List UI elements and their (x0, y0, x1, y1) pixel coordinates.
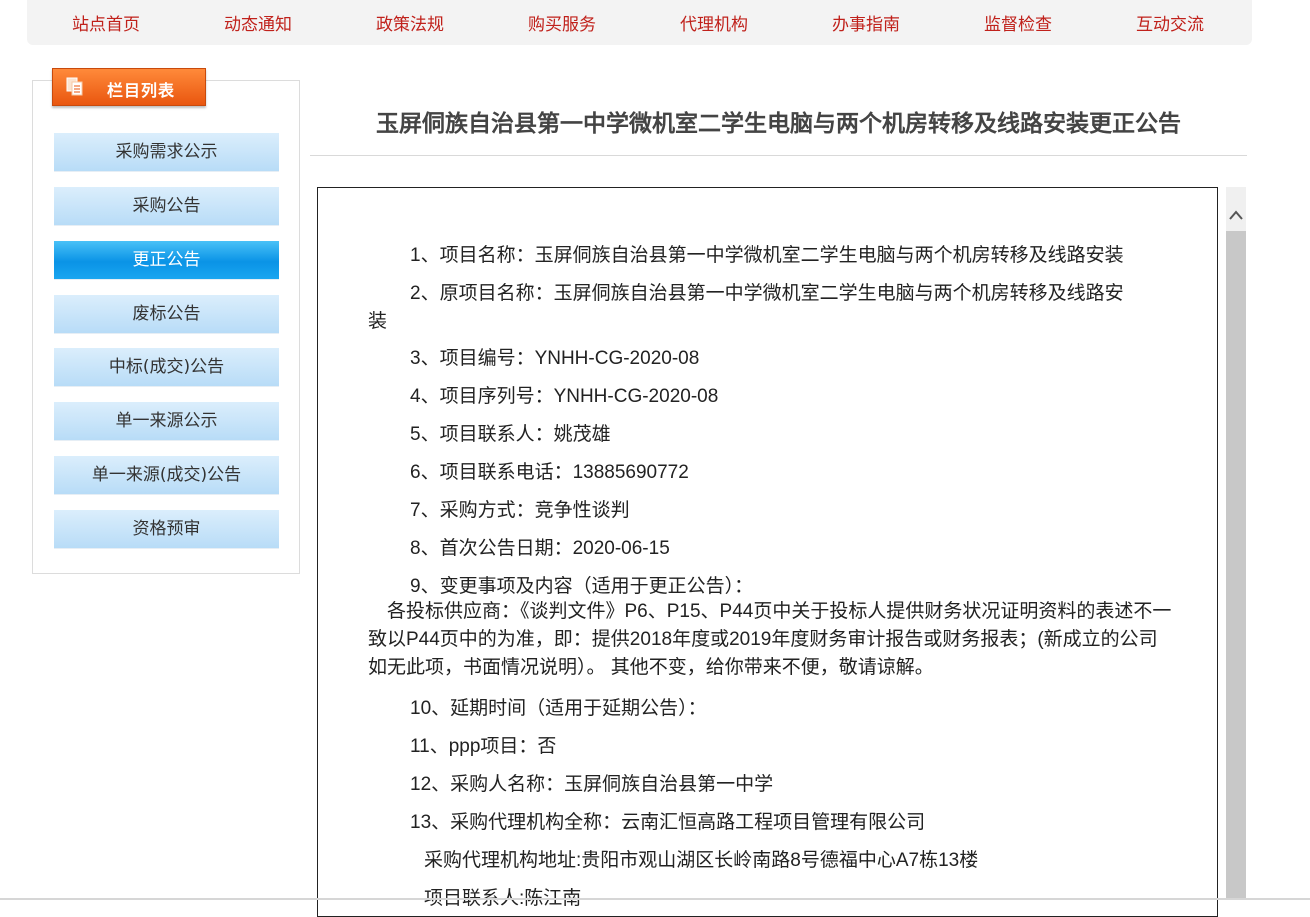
item-first-notice-date: 8、首次公告日期：2020-06-15 (410, 538, 670, 559)
nav-news[interactable]: 动态通知 (182, 10, 334, 35)
nav-purchase-service[interactable]: 购买服务 (486, 10, 638, 35)
title-divider (310, 155, 1247, 156)
item-original-project-name: 2、原项目名称：玉屏侗族自治县第一中学微机室二学生电脑与两个机房转移及线路安 (410, 283, 1124, 304)
item-project-contact: 5、项目联系人：姚茂雄 (410, 424, 611, 445)
scroll-thumb[interactable] (1226, 231, 1246, 900)
item-change-body: 各投标供应商：《谈判文件》P6、P15、P44页中关于投标人提供财务状况证明资料… (368, 601, 1172, 678)
sidebar-item-procurement-demand[interactable]: 采购需求公示 (54, 133, 279, 172)
item-agency-address: 采购代理机构地址:贵阳市观山湖区长岭南路8号德福中心A7栋13楼 (424, 850, 979, 871)
item-extension-time: 10、延期时间（适用于延期公告）： (410, 698, 707, 719)
scroll-up-button[interactable] (1226, 187, 1246, 231)
nav-home[interactable]: 站点首页 (30, 10, 182, 35)
top-navigation: 站点首页 动态通知 政策法规 购买服务 代理机构 办事指南 监督检查 互动交流 (27, 0, 1252, 45)
nav-policy[interactable]: 政策法规 (334, 10, 486, 35)
sidebar-title: 栏目列表 (107, 81, 176, 100)
sidebar-item-single-source-publicity[interactable]: 单一来源公示 (54, 402, 279, 441)
item-change-heading: 9、变更事项及内容（适用于更正公告）： (410, 576, 754, 597)
sidebar-item-correction-notice[interactable]: 更正公告 (54, 241, 279, 280)
nav-supervision[interactable]: 监督检查 (942, 10, 1094, 35)
sidebar-item-award-notice[interactable]: 中标(成交)公告 (54, 348, 279, 387)
item-purchaser-name: 12、采购人名称：玉屏侗族自治县第一中学 (410, 774, 774, 795)
sidebar-item-procurement-notice[interactable]: 采购公告 (54, 187, 279, 226)
item-project-number: 3、项目编号：YNHH-CG-2020-08 (410, 348, 700, 369)
sidebar-item-failed-bid-notice[interactable]: 废标公告 (54, 295, 279, 334)
nav-interaction[interactable]: 互动交流 (1094, 10, 1246, 35)
page-title: 玉屏侗族自治县第一中学微机室二学生电脑与两个机房转移及线路安装更正公告 (376, 111, 1181, 137)
item-procurement-method: 7、采购方式：竞争性谈判 (410, 500, 630, 521)
item-project-name: 1、项目名称：玉屏侗族自治县第一中学微机室二学生电脑与两个机房转移及线路安装 (410, 245, 1124, 266)
item-agency-name: 13、采购代理机构全称：云南汇恒高路工程项目管理有限公司 (410, 812, 926, 833)
chevron-up-icon (1229, 205, 1243, 224)
item-ppp-project: 11、ppp项目：否 (410, 736, 557, 757)
sidebar-header: 栏目列表 (52, 68, 206, 106)
content-scrollbar[interactable] (1226, 187, 1246, 900)
item-contact-phone: 6、项目联系电话：13885690772 (410, 462, 689, 483)
item-agency-contact: 项目联系人:陈江南 (424, 888, 582, 909)
nav-guide[interactable]: 办事指南 (790, 10, 942, 35)
nav-agencies[interactable]: 代理机构 (638, 10, 790, 35)
sidebar-item-single-source-award[interactable]: 单一来源(成交)公告 (54, 456, 279, 495)
item-original-project-name-cont: 装 (368, 311, 388, 332)
sidebar-item-prequalification[interactable]: 资格预审 (54, 510, 279, 549)
documents-icon (65, 77, 85, 97)
item-project-serial: 4、项目序列号：YNHH-CG-2020-08 (410, 386, 719, 407)
